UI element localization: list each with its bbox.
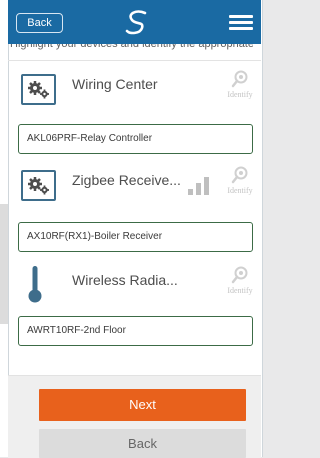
header-back-button[interactable]: Back <box>16 13 63 33</box>
identify-label: Identify <box>227 286 253 295</box>
device-select-field[interactable] <box>18 222 255 252</box>
next-button[interactable]: Next <box>39 389 246 421</box>
identify-button[interactable]: Identify <box>226 266 254 306</box>
device-name: Wireless Radia... <box>72 272 178 288</box>
identify-label: Identify <box>227 90 253 99</box>
device-select-field[interactable] <box>18 124 255 154</box>
thermometer-icon <box>28 266 42 303</box>
device-row-wireless-radiator: Wireless Radia... Identify <box>8 262 261 310</box>
search-icon <box>231 266 248 284</box>
identify-label: Identify <box>227 186 253 195</box>
footer-actions: Next Back <box>8 375 261 458</box>
app-logo-icon <box>125 10 147 35</box>
device-select-field[interactable] <box>18 316 255 346</box>
device-field-input[interactable] <box>19 125 255 151</box>
device-row-wiring-center: Wiring Center Identify <box>8 66 261 114</box>
identify-button[interactable]: Identify <box>226 70 254 110</box>
device-field-input[interactable] <box>19 317 255 343</box>
divider <box>8 60 261 61</box>
device-field-input[interactable] <box>19 223 255 249</box>
back-button[interactable]: Back <box>39 429 246 458</box>
search-icon <box>231 70 248 88</box>
search-icon <box>231 166 248 184</box>
signal-strength-icon <box>188 177 209 195</box>
gear-module-icon <box>21 74 56 105</box>
device-name: Wiring Center <box>72 76 158 92</box>
left-backdrop <box>0 0 8 457</box>
gear-module-icon <box>21 170 56 201</box>
backdrop-shade <box>0 204 8 324</box>
identify-button[interactable]: Identify <box>226 166 254 206</box>
app-header: Back <box>8 0 261 44</box>
device-row-zigbee-receiver: Zigbee Receive... Identify <box>8 162 261 210</box>
device-name: Zigbee Receive... <box>72 172 181 188</box>
instruction-text: Highlight your devices and identify the … <box>10 44 253 50</box>
hamburger-menu-icon[interactable] <box>229 15 253 31</box>
